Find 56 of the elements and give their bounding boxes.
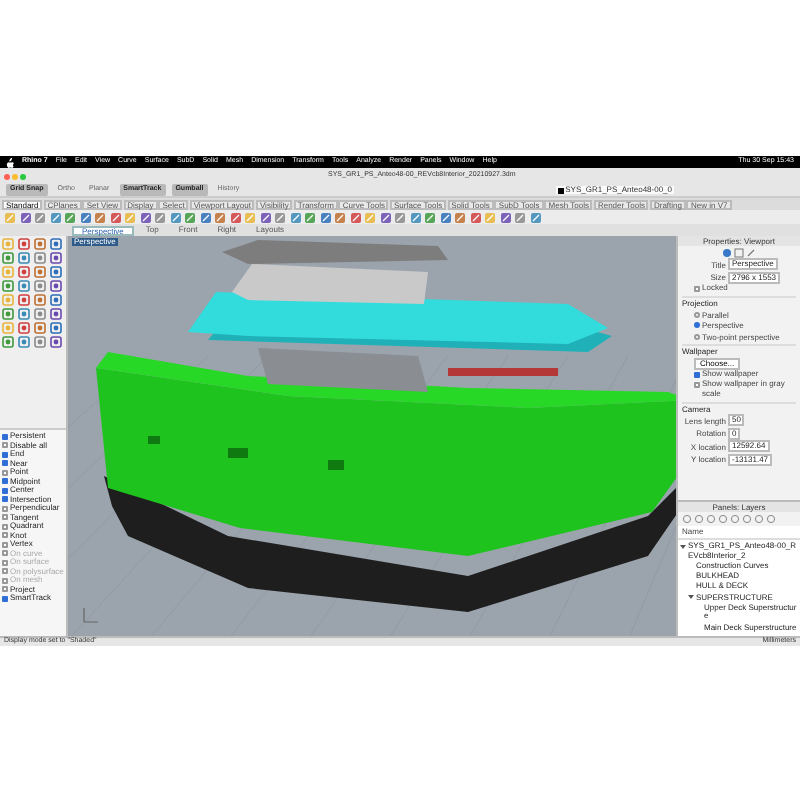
square-icon[interactable] (734, 247, 744, 257)
tool-icon[interactable] (50, 238, 62, 250)
checkbox[interactable] (694, 371, 700, 378)
tool-icon[interactable] (34, 280, 46, 292)
expand-toggle-icon[interactable] (680, 543, 686, 549)
checkbox[interactable] (694, 381, 700, 388)
checkbox[interactable] (2, 478, 8, 484)
tool-icon[interactable] (50, 294, 62, 306)
tool-icon[interactable] (2, 280, 14, 292)
zoom-window-button[interactable] (20, 173, 26, 179)
checkbox[interactable] (2, 460, 8, 466)
checkbox[interactable] (2, 487, 8, 493)
tool-icon[interactable] (34, 252, 46, 264)
checkbox[interactable] (2, 496, 8, 502)
tool-icon[interactable] (18, 238, 30, 250)
tool-icon[interactable] (2, 308, 14, 320)
tool-icon[interactable] (50, 280, 62, 292)
tool-icon[interactable] (50, 336, 62, 348)
tool-icon[interactable] (18, 322, 30, 334)
tool-icon[interactable] (50, 322, 62, 334)
checkbox[interactable] (2, 523, 8, 529)
checkbox[interactable] (2, 451, 8, 457)
apple-logo-icon[interactable] (6, 157, 14, 167)
tool-icon[interactable] (34, 294, 46, 306)
tool-icon[interactable] (50, 266, 62, 278)
tool-icon[interactable] (18, 294, 30, 306)
tool-icon[interactable] (18, 308, 30, 320)
tool-icon[interactable] (34, 238, 46, 250)
tool-icon[interactable] (34, 336, 46, 348)
checkbox[interactable] (2, 514, 8, 520)
checkbox[interactable] (2, 442, 8, 448)
tool-icon[interactable] (34, 322, 46, 334)
tool-icon[interactable] (18, 336, 30, 348)
checkbox[interactable] (2, 532, 8, 538)
axis-icon (80, 604, 100, 624)
radio-button[interactable] (694, 311, 700, 317)
checkbox[interactable] (2, 541, 8, 547)
radio-button[interactable] (694, 333, 700, 339)
tool-icon[interactable] (2, 336, 14, 348)
tool-icon[interactable] (2, 252, 14, 264)
close-window-button[interactable] (4, 173, 10, 179)
checkbox[interactable] (2, 505, 8, 511)
checkbox[interactable] (2, 469, 8, 475)
tool-icon[interactable] (18, 252, 30, 264)
tool-icon[interactable] (50, 308, 62, 320)
tool-icon[interactable] (50, 252, 62, 264)
tool-icon[interactable] (34, 266, 46, 278)
checkbox[interactable] (694, 285, 700, 292)
checkbox[interactable] (2, 433, 8, 439)
radio-button[interactable] (694, 322, 700, 328)
checkbox[interactable] (2, 595, 8, 601)
checkbox[interactable] (2, 586, 8, 592)
tool-icon[interactable] (18, 280, 30, 292)
tool-icon[interactable] (18, 266, 30, 278)
tool-icon[interactable] (34, 308, 46, 320)
expand-toggle-icon[interactable] (688, 594, 694, 601)
